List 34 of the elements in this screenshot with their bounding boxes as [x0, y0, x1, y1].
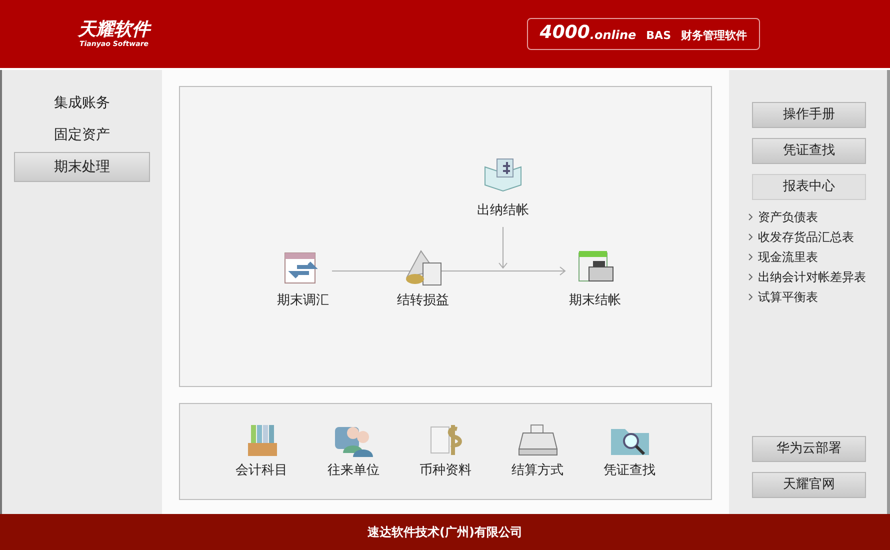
chevron-icon: [748, 253, 754, 261]
side-button[interactable]: 凭证查找: [752, 138, 866, 164]
side-button[interactable]: 华为云部署: [752, 436, 866, 462]
shortcut-label[interactable]: 币种资料: [420, 460, 472, 480]
shortcut-label[interactable]: 会计科目: [236, 460, 288, 480]
report-link[interactable]: 现金流里表: [758, 248, 818, 266]
chevron-icon: [748, 213, 754, 221]
shortcut-label[interactable]: 凭证查找: [604, 460, 656, 480]
shortcut-label[interactable]: 往来单位: [328, 460, 380, 480]
report-center-button[interactable]: 报表中心: [752, 174, 866, 200]
cash-register-icon: [516, 422, 558, 457]
sidebar-item[interactable]: 固定资产: [14, 120, 150, 150]
report-link[interactable]: 试算平衡表: [758, 288, 818, 306]
version-number: 4000: [540, 23, 590, 43]
report-link[interactable]: 资产负债表: [758, 208, 818, 226]
flow-node-label[interactable]: 期末结帐: [569, 291, 621, 310]
product-title: 财务管理软件: [681, 28, 747, 43]
product-code: BAS: [646, 28, 671, 43]
report-link[interactable]: 收发存货品汇总表: [758, 228, 854, 246]
shortcut-label[interactable]: 结算方式: [512, 460, 564, 480]
sidebar-item[interactable]: 期末处理: [14, 152, 150, 182]
chevron-icon: [748, 273, 754, 281]
chevron-icon: [748, 233, 754, 241]
chevron-icon: [748, 293, 754, 301]
flow-node-label[interactable]: 出纳结帐: [477, 201, 529, 220]
company-name: 速达软件技术(广州)有限公司: [368, 524, 522, 541]
flow-node-label[interactable]: 期末调汇: [277, 291, 329, 310]
flow-node-label[interactable]: 结转损益: [397, 291, 449, 310]
version-suffix: .online: [590, 28, 636, 43]
report-link[interactable]: 出纳会计对帐差异表: [758, 268, 866, 286]
side-button[interactable]: 天耀官网: [752, 472, 866, 498]
sidebar-item[interactable]: 集成账务: [14, 88, 150, 118]
logo-text: 天耀软件: [78, 20, 150, 40]
side-button[interactable]: 操作手册: [752, 102, 866, 128]
